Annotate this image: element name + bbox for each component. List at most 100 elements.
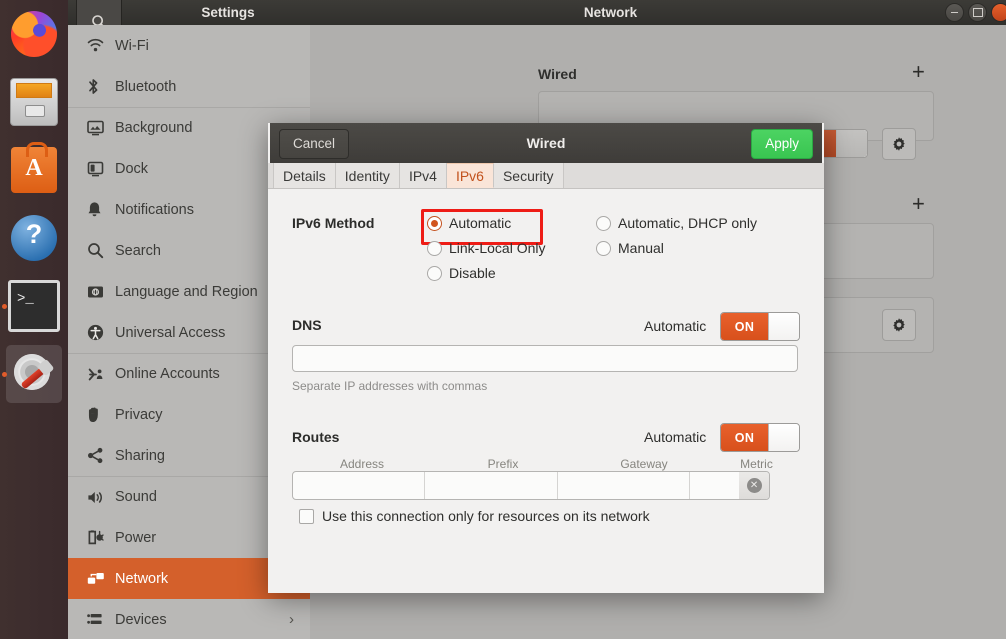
routes-label: Routes <box>292 429 339 445</box>
privacy-hand-icon <box>87 406 115 423</box>
radio-indicator <box>596 241 611 256</box>
radio-indicator <box>427 241 442 256</box>
firefox-icon <box>11 11 57 57</box>
dns-servers-input[interactable] <box>292 345 798 372</box>
column-header-gateway: Gateway <box>574 457 714 471</box>
panel-title: Network <box>333 0 888 25</box>
maximize-icon <box>969 4 986 21</box>
sharing-icon <box>87 447 115 464</box>
dock-item-firefox[interactable] <box>0 0 68 68</box>
dock-item-help[interactable] <box>0 204 68 272</box>
online-accounts-icon <box>87 367 115 382</box>
sidebar-item-devices[interactable]: Devices › <box>68 599 310 639</box>
tab-ipv6[interactable]: IPv6 <box>447 163 494 188</box>
settings-title: Settings <box>123 0 333 25</box>
tab-security[interactable]: Security <box>494 163 564 188</box>
sidebar-item-label: Bluetooth <box>115 79 310 95</box>
maximize-button[interactable] <box>968 3 987 22</box>
restrict-connection-label: Use this connection only for resources o… <box>322 508 650 524</box>
radio-indicator <box>427 266 442 281</box>
column-header-address: Address <box>292 457 432 471</box>
routes-automatic-toggle[interactable]: ON <box>720 423 800 452</box>
accessibility-icon <box>87 324 115 341</box>
chevron-right-icon: › <box>289 611 310 628</box>
column-header-prefix: Prefix <box>433 457 573 471</box>
routes-automatic-label: Automatic <box>644 429 706 445</box>
radio-disable[interactable]: Disable <box>427 265 496 281</box>
radio-label: Disable <box>449 265 496 281</box>
radio-link-local-only[interactable]: Link-Local Only <box>427 240 546 256</box>
toggle-on-label: ON <box>721 313 768 340</box>
screen-root: Settings Network Wi-Fi Bluetooth <box>0 0 1006 639</box>
dialog-headerbar: Cancel Wired Apply <box>270 123 822 164</box>
dialog-title: Wired <box>270 123 822 163</box>
tab-details[interactable]: Details <box>273 163 336 188</box>
dock-item-software[interactable] <box>0 136 68 204</box>
apply-button[interactable]: Apply <box>751 129 813 159</box>
sidebar-item-label: Wi-Fi <box>115 38 310 54</box>
add-connection-button[interactable]: + <box>912 193 925 215</box>
radio-label: Automatic <box>449 215 511 231</box>
radio-manual[interactable]: Manual <box>596 240 664 256</box>
wifi-icon <box>87 38 115 53</box>
radio-label: Link-Local Only <box>449 240 546 256</box>
dialog-tabbar: Details Identity IPv4 IPv6 Security <box>268 163 824 189</box>
background-icon <box>87 120 115 136</box>
radio-label: Automatic, DHCP only <box>618 215 757 231</box>
column-header-metric: Metric <box>715 457 798 471</box>
tab-ipv4[interactable]: IPv4 <box>400 163 447 188</box>
wired-group-title: Wired <box>538 66 577 82</box>
sidebar-item-bluetooth[interactable]: Bluetooth <box>68 66 310 107</box>
restrict-connection-checkbox[interactable] <box>299 509 314 524</box>
language-icon <box>87 285 115 299</box>
minimize-button[interactable] <box>945 3 964 22</box>
ipv6-method-label: IPv6 Method <box>292 215 374 231</box>
window-controls <box>945 3 1006 22</box>
dock-item-terminal[interactable] <box>0 272 68 340</box>
close-button[interactable] <box>991 3 1006 22</box>
connection-settings-button[interactable] <box>882 309 916 341</box>
ipv6-settings-content: IPv6 Method Automatic Automatic, DHCP on… <box>268 189 824 593</box>
gear-icon <box>891 317 907 333</box>
ubuntu-software-icon <box>11 147 57 193</box>
speaker-icon <box>87 490 115 505</box>
dock-item-files[interactable] <box>0 68 68 136</box>
settings-icon <box>11 351 57 397</box>
sidebar-item-label: Devices <box>115 612 289 628</box>
terminal-icon <box>8 280 60 332</box>
radio-indicator <box>427 216 442 231</box>
dns-label: DNS <box>292 317 322 333</box>
sidebar-item-wifi[interactable]: Wi-Fi <box>68 25 310 66</box>
dns-hint: Separate IP addresses with commas <box>292 379 487 393</box>
dock-item-settings[interactable] <box>0 340 68 408</box>
tab-identity[interactable]: Identity <box>336 163 400 188</box>
bluetooth-icon <box>87 78 115 95</box>
help-icon <box>11 215 57 261</box>
radio-automatic-dhcp-only[interactable]: Automatic, DHCP only <box>596 215 757 231</box>
dns-automatic-toggle[interactable]: ON <box>720 312 800 341</box>
dns-automatic-label: Automatic <box>644 318 706 334</box>
search-icon <box>87 242 115 259</box>
files-icon <box>10 78 58 126</box>
add-wired-connection-button[interactable]: + <box>912 61 925 83</box>
power-icon <box>87 529 115 546</box>
radio-indicator <box>596 216 611 231</box>
running-indicator <box>2 304 7 309</box>
radio-label: Manual <box>618 240 664 256</box>
network-icon <box>87 571 115 587</box>
running-indicator <box>2 372 7 377</box>
minimize-icon <box>946 4 963 21</box>
devices-icon <box>87 612 115 628</box>
toggle-knob <box>768 424 799 451</box>
ubuntu-dock <box>0 0 68 639</box>
gear-icon <box>891 136 907 152</box>
toggle-knob <box>836 130 867 157</box>
settings-headerbar: Settings Network <box>68 0 1006 26</box>
toggle-on-label: ON <box>721 424 768 451</box>
dock-icon <box>87 161 115 177</box>
radio-automatic[interactable]: Automatic <box>427 215 511 231</box>
wired-settings-button[interactable] <box>882 128 916 160</box>
restrict-connection-checkbox-row[interactable]: Use this connection only for resources o… <box>299 508 650 524</box>
close-icon <box>992 4 1006 21</box>
bell-icon <box>87 201 115 218</box>
